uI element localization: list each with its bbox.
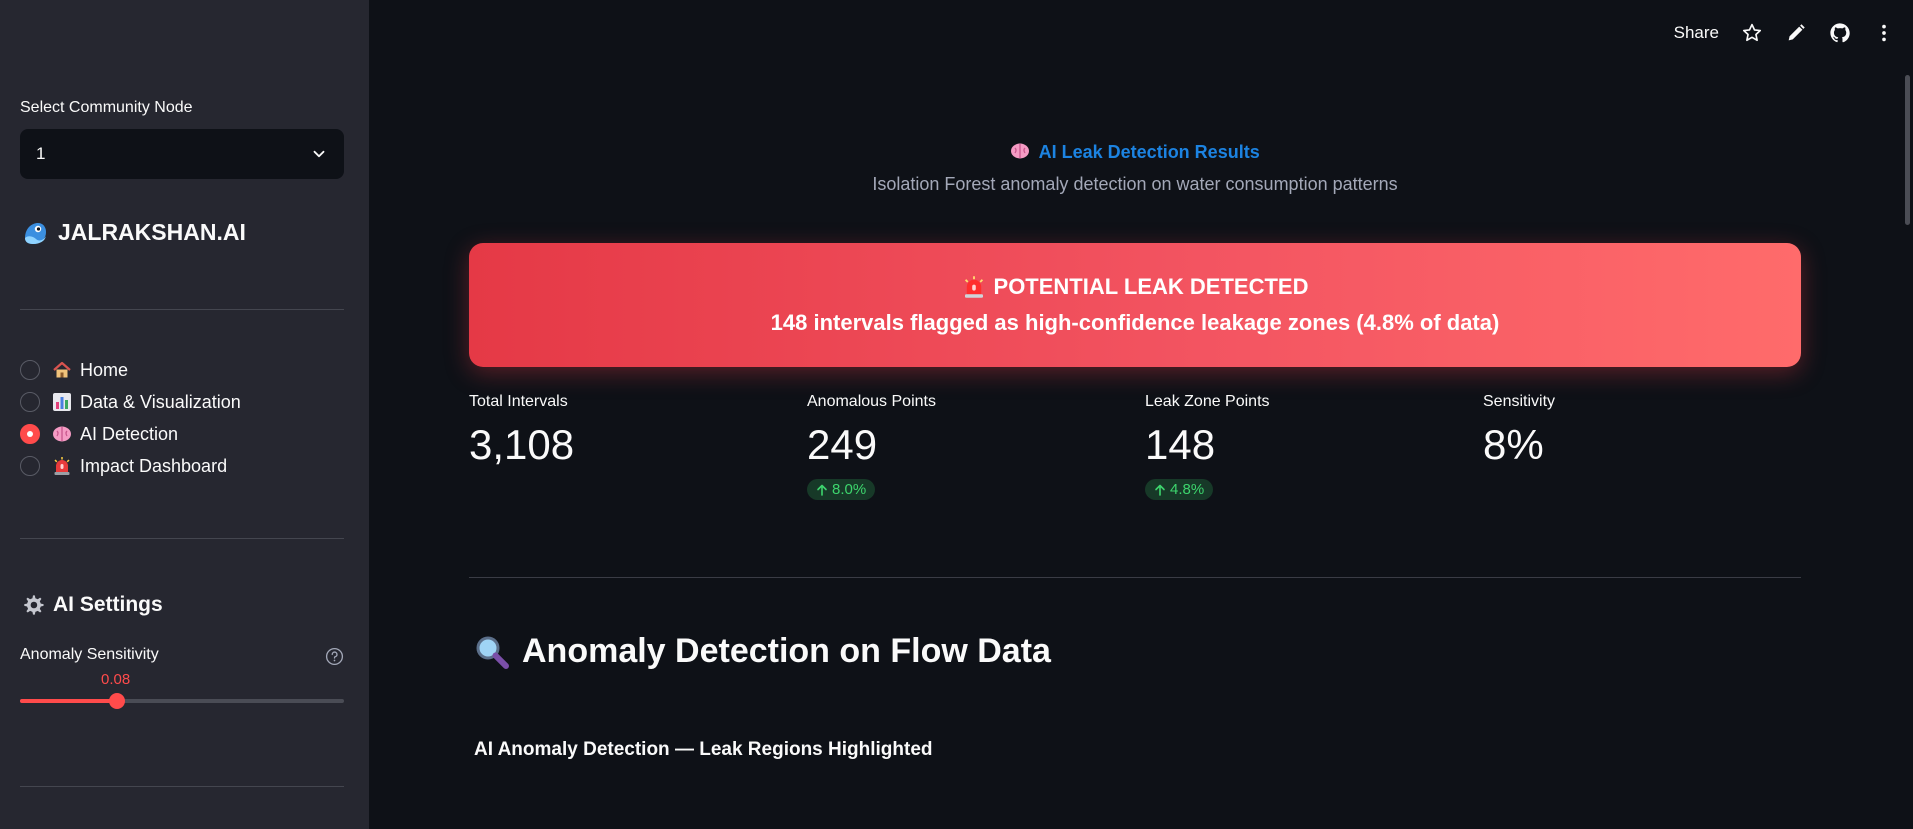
metric-leak-zone-points: Leak Zone Points 148 4.8%	[1145, 393, 1445, 501]
nav-label: AI Detection	[80, 423, 179, 444]
metric-anomalous-points: Anomalous Points 249 8.0%	[807, 393, 1107, 501]
sidebar: Select Community Node 1 JALRAKSHAN.AI Ho…	[0, 0, 369, 829]
sidebar-divider	[20, 309, 344, 310]
nav-label: Home	[80, 359, 129, 380]
radio-button[interactable]	[20, 392, 40, 412]
community-node-select[interactable]: 1	[20, 129, 344, 179]
bar-chart-icon	[53, 393, 71, 411]
share-button[interactable]: Share	[1674, 23, 1719, 43]
help-icon[interactable]	[325, 647, 344, 666]
brand-title: JALRAKSHAN.AI	[58, 219, 246, 245]
brain-icon	[1011, 143, 1030, 159]
arrow-up-icon	[817, 484, 827, 496]
radio-button-selected[interactable]	[20, 424, 40, 444]
nav-label: Data & Visualization	[80, 391, 241, 412]
chart-title: AI Anomaly Detection — Leak Regions High…	[474, 739, 933, 760]
radio-button[interactable]	[20, 456, 40, 476]
slider-fill	[20, 699, 118, 703]
nav-label: Impact Dashboard	[80, 455, 228, 476]
metric-value: 8%	[1483, 421, 1544, 468]
metric-value: 249	[807, 421, 878, 468]
magnifier-icon	[476, 636, 509, 669]
node-select-label: Select Community Node	[20, 99, 193, 116]
siren-icon	[964, 276, 983, 298]
section-heading-text: Anomaly Detection on Flow Data	[522, 632, 1051, 670]
nav-item-data-visualization[interactable]: Data & Visualization	[20, 386, 241, 418]
radio-button[interactable]	[20, 360, 40, 380]
siren-icon	[54, 457, 70, 475]
slider-value: 0.08	[101, 671, 131, 688]
metric-label: Leak Zone Points	[1145, 393, 1270, 410]
metric-label: Sensitivity	[1483, 393, 1556, 410]
slider-thumb[interactable]	[109, 693, 126, 709]
leak-alert-banner: POTENTIAL LEAK DETECTED 148 intervals fl…	[469, 243, 1801, 367]
page-subtitle: Isolation Forest anomaly detection on wa…	[872, 174, 1398, 194]
pencil-icon[interactable]	[1785, 22, 1807, 44]
more-vertical-icon[interactable]	[1873, 22, 1895, 44]
sidebar-divider	[20, 538, 344, 539]
metric-label: Anomalous Points	[807, 393, 936, 410]
content-divider	[469, 577, 1801, 578]
metric-sensitivity: Sensitivity 8%	[1483, 393, 1783, 469]
metric-value: 3,108	[469, 421, 575, 468]
app-brand: JALRAKSHAN.AI	[22, 219, 246, 246]
droplet-mascot-icon	[25, 222, 46, 244]
nav-item-impact-dashboard[interactable]: Impact Dashboard	[20, 450, 241, 482]
brain-icon	[53, 426, 71, 442]
settings-heading-text: AI Settings	[53, 593, 163, 616]
sidebar-divider	[20, 786, 344, 787]
nav-item-home[interactable]: Home	[20, 354, 241, 386]
chevron-down-icon	[313, 150, 325, 158]
top-toolbar: Share	[1674, 22, 1895, 44]
metric-delta: 4.8%	[1170, 481, 1205, 498]
page-title-text: AI Leak Detection Results	[1038, 142, 1260, 162]
page-title: AI Leak Detection Results	[469, 142, 1801, 163]
metric-delta: 8.0%	[832, 481, 867, 498]
star-icon[interactable]	[1741, 22, 1763, 44]
ai-settings-heading: AI Settings	[22, 593, 163, 617]
nav-item-ai-detection[interactable]: AI Detection	[20, 418, 241, 450]
metric-delta-badge: 8.0%	[807, 479, 876, 500]
arrow-up-icon	[1155, 484, 1165, 496]
metric-label: Total Intervals	[469, 393, 568, 410]
alert-headline: POTENTIAL LEAK DETECTED	[962, 274, 1309, 300]
anomaly-sensitivity-slider[interactable]	[20, 693, 344, 709]
page-navigation: Home Data & Visualization AI Detection I…	[20, 354, 241, 482]
alert-headline-text: POTENTIAL LEAK DETECTED	[993, 274, 1309, 299]
scrollbar[interactable]	[1905, 75, 1910, 225]
metric-total-intervals: Total Intervals 3,108	[469, 393, 769, 469]
metric-value: 148	[1145, 421, 1216, 468]
slider-label: Anomaly Sensitivity	[20, 646, 159, 663]
metric-delta-badge: 4.8%	[1145, 479, 1214, 500]
alert-detail: 148 intervals flagged as high-confidence…	[770, 310, 1500, 335]
house-icon	[53, 361, 71, 378]
node-select-value: 1	[36, 144, 46, 163]
gear-icon	[24, 595, 44, 615]
github-icon[interactable]	[1829, 22, 1851, 44]
section-heading: Anomaly Detection on Flow Data	[474, 632, 1051, 671]
